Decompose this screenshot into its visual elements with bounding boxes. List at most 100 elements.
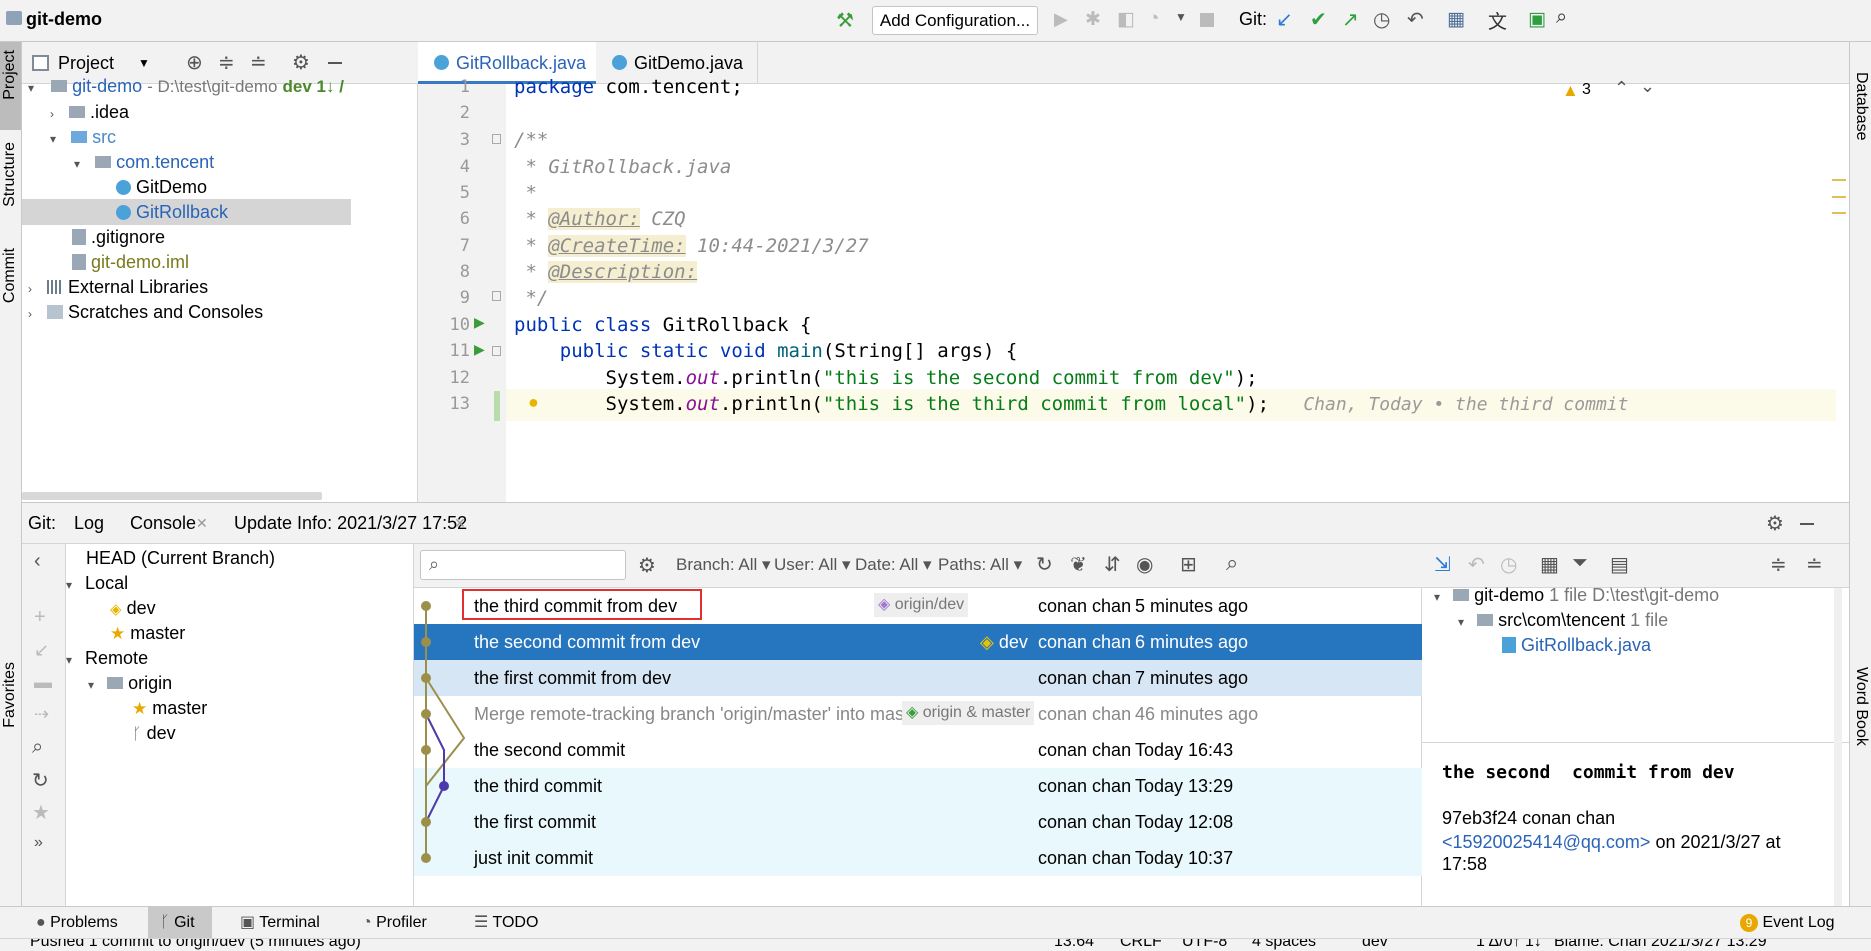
scroll-marker[interactable] <box>1832 179 1846 181</box>
caret-position[interactable]: 13:64 <box>1054 939 1094 951</box>
star-icon[interactable]: ★ <box>32 800 50 825</box>
warning-icon[interactable]: ▲ <box>1562 81 1579 101</box>
git-branch-widget[interactable]: dev <box>1362 939 1388 951</box>
delete-icon[interactable]: ▬ <box>34 672 52 693</box>
table-row[interactable]: the first commit conan chan Today 12:08 <box>414 804 1422 840</box>
push-icon[interactable]: ↗ <box>1342 7 1359 32</box>
tab-terminal[interactable]: ▣ Terminal <box>240 907 320 939</box>
cherry-pick-icon[interactable]: ❦ <box>1070 552 1087 577</box>
project-title[interactable]: git-demo <box>26 9 102 30</box>
sort-icon[interactable]: ⇵ <box>1104 552 1121 577</box>
chevron-left-icon[interactable]: ‹ <box>34 550 41 573</box>
table-row[interactable]: the third commit from dev ◈ origin/dev c… <box>414 588 1422 624</box>
coverage-icon[interactable]: ◧ <box>1117 8 1135 31</box>
add-icon[interactable]: + <box>34 606 46 629</box>
new-tab-icon[interactable]: ⊞ <box>1180 552 1197 577</box>
vertical-scrollbar[interactable] <box>1834 588 1842 906</box>
more-chevron-icon[interactable]: » <box>34 834 43 852</box>
changed-file[interactable]: GitRollback.java <box>1502 630 1651 660</box>
fold-icon[interactable] <box>492 134 501 144</box>
hide-panel-icon[interactable] <box>328 62 342 64</box>
commit-check-icon[interactable]: ✔ <box>1310 7 1327 32</box>
add-configuration-button[interactable]: Add Configuration... <box>872 6 1038 35</box>
vcs-changes[interactable]: 1 Δ/0↑ 1↓ <box>1476 939 1542 951</box>
table-row[interactable]: the first commit from dev conan chan 7 m… <box>414 660 1422 696</box>
date-filter[interactable]: Date: All ▾ <box>855 555 932 575</box>
rollback-icon[interactable]: ↶ <box>1407 7 1424 32</box>
run-gutter-icon[interactable]: ▶ <box>474 314 485 331</box>
tab-profiler[interactable]: ◔ Profiler <box>362 907 427 939</box>
gear-icon[interactable]: ⚙ <box>638 553 656 578</box>
table-row[interactable]: the second commit conan chan Today 16:43 <box>414 732 1422 768</box>
tab-problems[interactable]: ● Problems <box>36 907 118 939</box>
log-search-input[interactable]: ⌕ <box>420 550 626 580</box>
history-icon[interactable]: ◷ <box>1373 7 1390 32</box>
code-editor[interactable]: package com.tencent; /** * GitRollback.j… <box>506 76 1846 502</box>
run-gutter-icon[interactable]: ▶ <box>474 341 485 358</box>
user-filter[interactable]: User: All ▾ <box>774 555 851 575</box>
history-icon[interactable]: ◷ <box>1500 552 1517 577</box>
horizontal-scrollbar[interactable] <box>22 492 322 500</box>
more-run-chevron-icon[interactable]: ▼ <box>1175 10 1187 24</box>
profile-icon[interactable]: ◔ <box>1148 8 1159 30</box>
refresh-icon[interactable]: ↻ <box>1036 552 1053 577</box>
fold-icon[interactable] <box>492 346 501 356</box>
database-strip-label[interactable]: Database <box>1852 72 1870 141</box>
hide-panel-icon[interactable] <box>1800 523 1814 525</box>
previous-highlight-icon[interactable]: ⌃ <box>1614 78 1629 99</box>
line-separator[interactable]: CRLF <box>1120 939 1162 951</box>
refresh-icon[interactable]: ↻ <box>32 768 49 793</box>
branch-filter[interactable]: Branch: All ▾ <box>676 555 771 575</box>
branch-remote-dev[interactable]: ᚴ dev <box>132 718 176 748</box>
scroll-marker[interactable] <box>1832 212 1846 214</box>
close-icon[interactable]: ✕ <box>196 515 208 532</box>
project-structure-icon[interactable]: ▦ <box>1447 8 1465 31</box>
blame-info[interactable]: Blame: Chan 2021/3/27 13:29 <box>1554 939 1767 951</box>
tab-console[interactable]: Console <box>130 513 196 534</box>
eye-icon[interactable]: ◉ <box>1136 552 1153 577</box>
structure-strip-label[interactable]: Structure <box>1 142 19 207</box>
run-icon[interactable]: ▶ <box>1054 9 1068 30</box>
revert-icon[interactable]: ↶ <box>1468 552 1485 577</box>
filter-icon[interactable]: ⏷ <box>1572 552 1588 575</box>
group-by-icon[interactable]: ▦ <box>1540 552 1559 577</box>
table-row[interactable]: Merge remote-tracking branch 'origin/mas… <box>414 696 1422 732</box>
tab-git[interactable]: ᚴ Git <box>148 907 212 939</box>
translate-icon[interactable]: 文 <box>1488 7 1507 34</box>
indent-setting[interactable]: 4 spaces <box>1252 939 1316 951</box>
vcs-change-marker[interactable] <box>494 391 500 421</box>
chevron-down-icon[interactable]: ▼ <box>138 56 150 70</box>
paths-filter[interactable]: Paths: All ▾ <box>938 555 1022 575</box>
favorites-strip-label[interactable]: Favorites <box>1 662 19 728</box>
author-email-link[interactable]: <15920025414@qq.com> <box>1442 832 1650 852</box>
expand-all-icon[interactable]: ≑ <box>1770 552 1787 577</box>
commit-strip-label[interactable]: Commit <box>1 248 19 303</box>
layout-icon[interactable]: ▤ <box>1610 552 1629 577</box>
warning-count[interactable]: 3 <box>1582 81 1591 99</box>
terminal-icon[interactable]: ▣ <box>1528 8 1546 31</box>
checkout-arrow-icon[interactable]: ↙ <box>34 640 49 661</box>
stop-icon[interactable] <box>1200 13 1214 27</box>
table-row[interactable]: the third commit conan chan Today 13:29 <box>414 768 1422 804</box>
fold-icon[interactable] <box>492 291 501 301</box>
expand-icon[interactable]: ⇲ <box>1434 552 1451 577</box>
search-everywhere-icon[interactable]: ⌕ <box>1556 6 1567 29</box>
next-highlight-icon[interactable]: ⌄ <box>1640 76 1655 97</box>
tab-event-log[interactable]: 9 Event Log <box>1740 907 1835 939</box>
build-hammer-icon[interactable]: ⚒ <box>836 8 854 33</box>
status-message[interactable]: Pushed 1 commit to origin/dev (5 minutes… <box>30 939 361 951</box>
close-icon[interactable]: ✕ <box>454 515 466 532</box>
table-row[interactable]: just init commit conan chan Today 10:37 <box>414 840 1422 876</box>
table-row[interactable]: the second commit from dev ◈ dev conan c… <box>414 624 1422 660</box>
tab-todo[interactable]: ☰ TODO <box>474 907 538 939</box>
tab-log[interactable]: Log <box>74 513 105 547</box>
tab-update-info[interactable]: Update Info: 2021/3/27 17:52 <box>234 513 467 534</box>
debug-icon[interactable]: ✱ <box>1085 8 1101 31</box>
update-project-icon[interactable]: ↙ <box>1276 7 1293 32</box>
wordbook-strip-label[interactable]: Word Book <box>1852 667 1870 746</box>
gear-icon[interactable]: ⚙ <box>1766 511 1784 536</box>
search-icon[interactable]: ⌕ <box>32 736 43 759</box>
tree-item-scratches[interactable]: › Scratches and Consoles <box>28 297 263 327</box>
collapse-all-icon[interactable]: ≐ <box>1806 552 1823 577</box>
search-icon[interactable]: ⌕ <box>1226 550 1238 576</box>
